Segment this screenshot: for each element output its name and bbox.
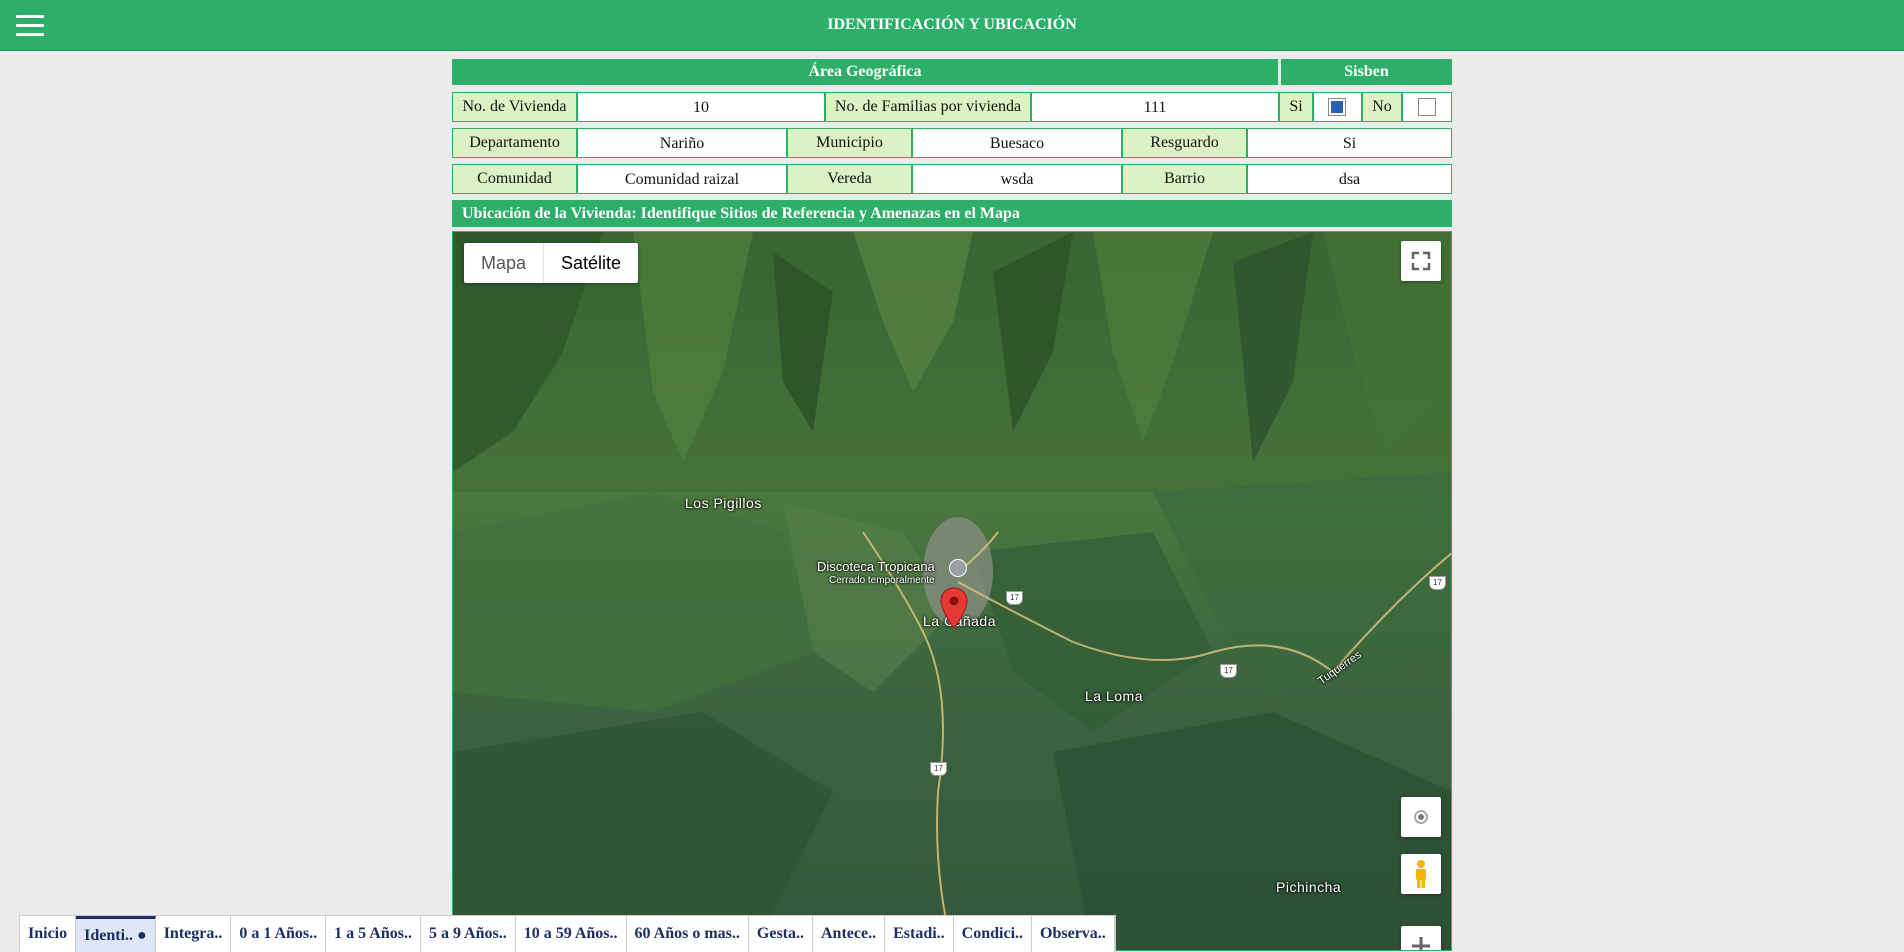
- tab-item[interactable]: 60 Años o mas..: [626, 916, 749, 952]
- my-location-icon: [1414, 810, 1428, 824]
- sisben-no-label: No: [1362, 92, 1402, 122]
- tab-item[interactable]: 1 a 5 Años..: [326, 916, 421, 952]
- location-marker-icon[interactable]: [940, 587, 968, 629]
- vivienda-field[interactable]: 10: [577, 92, 825, 122]
- place-label-los-pigillos: Los Pigillos: [685, 495, 762, 511]
- top-app-bar: IDENTIFICACIÓN Y UBICACIÓN: [0, 0, 1904, 51]
- satellite-map[interactable]: Mapa Satélite Los Pigillos Discoteca Tro…: [452, 231, 1452, 951]
- pegman-icon: [1416, 860, 1426, 888]
- comunidad-field[interactable]: Comunidad raizal: [577, 164, 787, 194]
- zoom-in-button[interactable]: [1401, 926, 1441, 950]
- tab-item[interactable]: Inicio: [20, 916, 77, 952]
- tab-item[interactable]: 5 a 9 Años..: [420, 916, 516, 952]
- vivienda-label: No. de Vivienda: [452, 92, 577, 122]
- sisben-si-checkbox[interactable]: [1328, 98, 1346, 116]
- sisben-si-cell: [1313, 92, 1362, 122]
- map-type-map-button[interactable]: Mapa: [464, 243, 545, 283]
- route-shield: 17: [1006, 591, 1023, 605]
- place-label-discoteca[interactable]: Discoteca Tropicana: [817, 559, 935, 574]
- tab-item[interactable]: Antece..: [813, 916, 886, 952]
- tab-item[interactable]: Estadi..: [885, 916, 954, 952]
- route-shield: 17: [930, 762, 947, 776]
- route-shield: 17: [1220, 664, 1237, 678]
- municipio-label: Municipio: [787, 128, 912, 158]
- route-shield: 17: [1429, 576, 1446, 590]
- sisben-no-checkbox[interactable]: [1418, 98, 1436, 116]
- map-type-satellite-button[interactable]: Satélite: [544, 243, 638, 283]
- departamento-field[interactable]: Nariño: [577, 128, 787, 158]
- tab-item[interactable]: 10 a 59 Años..: [515, 916, 627, 952]
- section-tab-bar: Inicio Identi.. ● Integra.. 0 a 1 Años.. 1 a…: [19, 915, 1116, 952]
- place-label-la-loma: La Loma: [1085, 688, 1143, 704]
- tab-item[interactable]: 0 a 1 Años..: [231, 916, 327, 952]
- sisben-si-label: Si: [1279, 92, 1313, 122]
- barrio-field[interactable]: dsa: [1247, 164, 1452, 194]
- tab-item[interactable]: Observa..: [1032, 916, 1115, 952]
- municipio-field[interactable]: Buesaco: [912, 128, 1122, 158]
- map-type-control: Mapa Satélite: [464, 243, 639, 283]
- my-location-button[interactable]: [1401, 797, 1441, 837]
- familias-label: No. de Familias por vivienda: [825, 92, 1031, 122]
- tab-item[interactable]: Integra..: [155, 916, 232, 952]
- tab-item[interactable]: Identi.. ●: [76, 916, 156, 952]
- fullscreen-button[interactable]: [1401, 241, 1441, 281]
- vereda-field[interactable]: wsda: [912, 164, 1122, 194]
- resguardo-field[interactable]: Si: [1247, 128, 1452, 158]
- sisben-no-cell: [1402, 92, 1452, 122]
- place-label-pichincha: Pichincha: [1276, 879, 1342, 895]
- departamento-label: Departamento: [452, 128, 577, 158]
- map-section-header: Ubicación de la Vivienda: Identifique Si…: [452, 200, 1452, 227]
- vereda-label: Vereda: [787, 164, 912, 194]
- tab-item[interactable]: Gesta..: [748, 916, 813, 952]
- sisben-header: Sisben: [1281, 59, 1452, 85]
- fullscreen-icon: [1411, 251, 1431, 271]
- place-label-discoteca-status: Cerrado temporalmente: [829, 575, 935, 586]
- plus-icon: [1412, 937, 1430, 950]
- resguardo-label: Resguardo: [1122, 128, 1247, 158]
- area-geografica-header: Área Geográfica: [452, 59, 1278, 85]
- page-title: IDENTIFICACIÓN Y UBICACIÓN: [827, 16, 1077, 33]
- barrio-label: Barrio: [1122, 164, 1247, 194]
- street-view-pegman-button[interactable]: [1401, 854, 1441, 894]
- comunidad-label: Comunidad: [452, 164, 577, 194]
- tab-item[interactable]: Condici..: [953, 916, 1033, 952]
- nightclub-icon[interactable]: [949, 559, 967, 577]
- familias-field[interactable]: 111: [1031, 92, 1279, 122]
